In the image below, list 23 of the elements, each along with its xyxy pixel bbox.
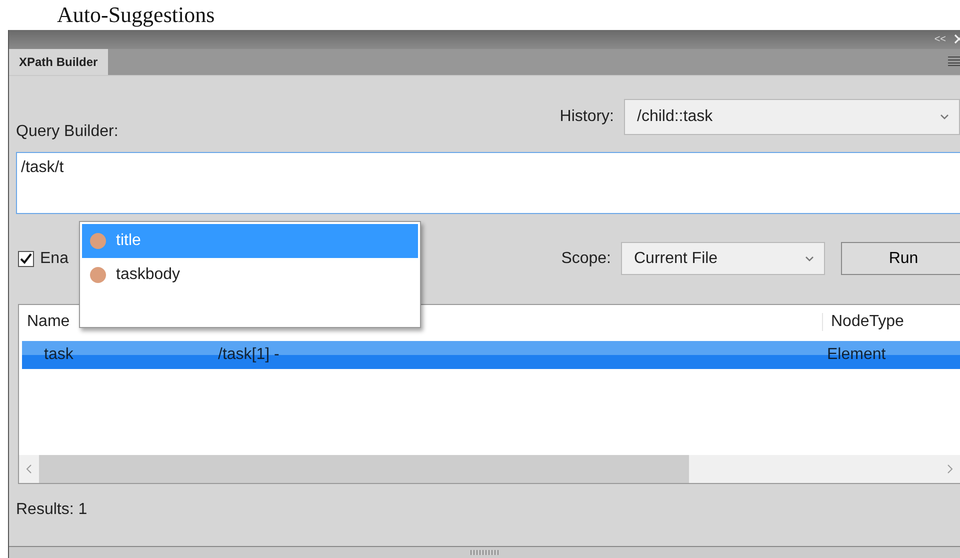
panel-tab[interactable]: XPath Builder — [9, 48, 108, 75]
checkbox-label: Ena — [40, 250, 68, 268]
history-label: History: — [560, 108, 614, 126]
query-builder-label: Query Builder: — [16, 122, 118, 141]
run-button[interactable]: Run — [841, 242, 960, 276]
page-heading: Auto-Suggestions — [56, 1, 216, 29]
results-count: Results: 1 — [16, 500, 88, 519]
menu-icon[interactable] — [948, 56, 960, 66]
element-icon — [90, 233, 106, 249]
element-icon — [90, 267, 106, 283]
scope-label: Scope: — [561, 250, 611, 268]
history-dropdown[interactable]: /child::task — [624, 98, 960, 135]
resize-grip-icon[interactable] — [470, 550, 500, 555]
column-header[interactable]: NodeType — [822, 313, 960, 332]
close-icon[interactable] — [954, 34, 960, 44]
scope-dropdown[interactable]: Current File — [621, 242, 825, 276]
horizontal-scrollbar[interactable] — [19, 454, 960, 483]
suggestion-item[interactable]: taskbody — [82, 258, 418, 292]
chevron-down-icon — [805, 256, 814, 262]
query-field[interactable]: /task/t — [16, 152, 960, 214]
chevron-down-icon — [940, 114, 949, 120]
table-row[interactable]: task /task[1] - Element — [22, 340, 960, 369]
checkbox[interactable] — [18, 250, 34, 267]
